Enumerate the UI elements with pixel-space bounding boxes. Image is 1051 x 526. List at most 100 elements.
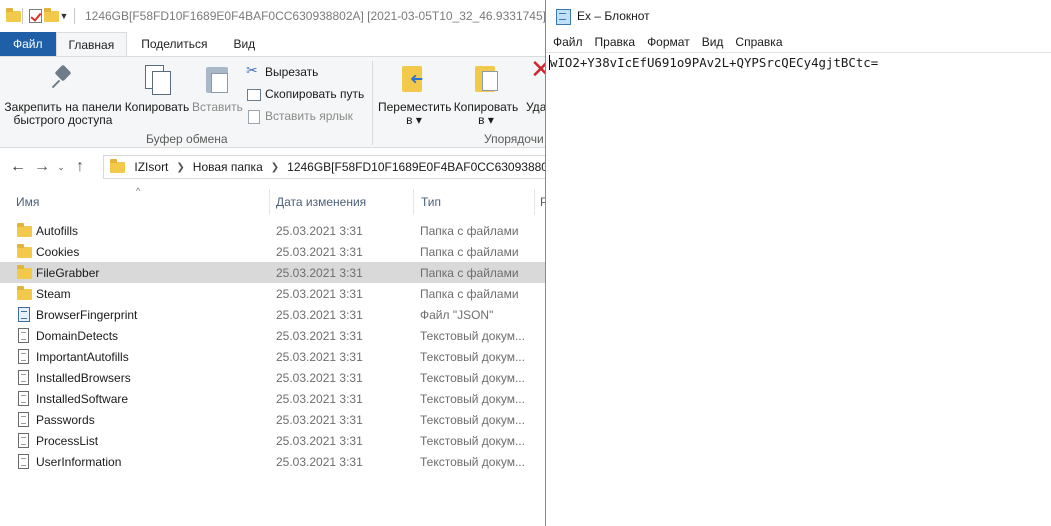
breadcrumb-new-folder[interactable]: Новая папка [193, 160, 263, 174]
navigation-bar: ← → ⌄ ↑ ❯ IZIsort ❯ Новая папка ❯ 1246GB… [0, 148, 546, 186]
menu-view[interactable]: Вид [696, 35, 730, 49]
file-row[interactable]: ImportantAutofills 25.03.2021 3:31 Текстов… [0, 346, 546, 367]
sort-ascending-icon: ^ [136, 186, 141, 196]
text-document-icon [17, 370, 32, 385]
move-to-button[interactable]: Переместить в ▾ [378, 63, 452, 127]
ribbon-tabs: Файл Главная Поделиться Вид [0, 32, 546, 56]
file-row[interactable]: Autofills 25.03.2021 3:31 Папка с файлами [0, 220, 546, 241]
pin-quick-access-button[interactable]: Закрепить на панели быстрого доступа [4, 63, 122, 127]
file-row[interactable]: InstalledBrowsers 25.03.2021 3:31 Текстовы… [0, 367, 546, 388]
folder-icon [17, 286, 32, 301]
file-date: 25.03.2021 3:31 [276, 455, 363, 469]
tab-share[interactable]: Поделиться [127, 32, 221, 56]
explorer-window-title: 1246GB[F58FD10F1689E0F4BAF0CC630938802A]… [84, 9, 546, 23]
copy-button[interactable]: Копировать [124, 63, 190, 114]
file-row[interactable]: Cookies 25.03.2021 3:31 Папка с файлами [0, 241, 546, 262]
copy-to-button[interactable]: Копировать в ▾ [451, 63, 521, 127]
file-date: 25.03.2021 3:31 [276, 308, 363, 322]
clipboard-small-commands: Вырезать Скопировать путь Вставить ярлык [246, 61, 364, 127]
pin-icon [49, 63, 77, 95]
up-arrow-icon[interactable]: ↑ [68, 158, 92, 176]
new-folder-icon[interactable] [43, 8, 59, 24]
forward-arrow-icon[interactable]: → [30, 158, 54, 176]
move-to-sub: в ▾ [406, 113, 422, 127]
recent-locations-chevron-icon[interactable]: ⌄ [54, 162, 68, 173]
notepad-icon [555, 8, 571, 25]
tab-view[interactable]: Вид [221, 32, 267, 56]
delete-icon [526, 63, 546, 95]
organize-group-label: Упорядочи [484, 132, 544, 146]
back-arrow-icon[interactable]: ← [6, 158, 30, 176]
cut-label: Вырезать [265, 65, 319, 79]
copy-path-button[interactable]: Скопировать путь [246, 83, 364, 105]
file-row[interactable]: UserInformation 25.03.2021 3:31 Текстовый … [0, 451, 546, 472]
text-document-icon [17, 328, 32, 343]
text-document-icon [17, 349, 32, 364]
notepad-window-title: Ex – Блокнот [577, 9, 650, 23]
notepad-content: wIO2+Y38vIcEfU691o9PAv2L+QYPSrcQECy4gjtB… [550, 55, 879, 70]
folder-icon [17, 223, 32, 238]
menu-edit[interactable]: Правка [589, 35, 642, 49]
file-row[interactable]: ProcessList 25.03.2021 3:31 Текстовый доку… [0, 430, 546, 451]
paste-shortcut-button[interactable]: Вставить ярлык [246, 105, 364, 127]
file-date: 25.03.2021 3:31 [276, 266, 363, 280]
file-row[interactable]: FileGrabber 25.03.2021 3:31 Папка с файлам… [0, 262, 546, 283]
column-divider[interactable] [269, 189, 270, 215]
paste-button[interactable]: Вставить [192, 63, 243, 114]
breadcrumb-izisort[interactable]: IZIsort [134, 160, 168, 174]
file-row[interactable]: Steam 25.03.2021 3:31 Папка с файлами [0, 283, 546, 304]
copy-path-icon [246, 87, 261, 101]
quick-access-dropdown-icon[interactable]: ▼ [59, 11, 68, 21]
menu-help[interactable]: Справка [729, 35, 788, 49]
delete-label: Уда [526, 100, 546, 114]
file-name: Passwords [36, 413, 95, 427]
file-type: Файл "JSON" [420, 308, 494, 322]
tab-home[interactable]: Главная [55, 32, 128, 56]
file-date: 25.03.2021 3:31 [276, 245, 363, 259]
file-name: FileGrabber [36, 266, 100, 280]
column-type-header[interactable]: Тип [421, 195, 441, 209]
breadcrumb-separator-icon[interactable]: ❯ [271, 162, 279, 173]
address-bar[interactable]: ❯ IZIsort ❯ Новая папка ❯ 1246GB[F58FD10… [103, 155, 546, 179]
file-row[interactable]: BrowserFingerprint 25.03.2021 3:31 Файл "J… [0, 304, 546, 325]
file-date: 25.03.2021 3:31 [276, 434, 363, 448]
copy-to-sub: в ▾ [478, 113, 494, 127]
file-date: 25.03.2021 3:31 [276, 392, 363, 406]
column-name-header[interactable]: Имя [16, 195, 39, 209]
text-document-icon [17, 454, 32, 469]
folder-icon [6, 8, 21, 24]
file-type: Папка с файлами [420, 245, 519, 259]
ribbon-home: Закрепить на панели быстрого доступа Коп… [0, 56, 546, 148]
cut-button[interactable]: Вырезать [246, 61, 364, 83]
file-row[interactable]: DomainDetects 25.03.2021 3:31 Текстовый до… [0, 325, 546, 346]
file-type: Текстовый докум... [420, 350, 525, 364]
file-row[interactable]: Passwords 25.03.2021 3:31 Текстовый докум.… [0, 409, 546, 430]
copy-label: Копировать [124, 100, 190, 114]
column-divider[interactable] [534, 189, 535, 215]
file-explorer-window: ▼ 1246GB[F58FD10F1689E0F4BAF0CC630938802… [0, 0, 546, 526]
file-type: Папка с файлами [420, 266, 519, 280]
file-date: 25.03.2021 3:31 [276, 329, 363, 343]
column-divider[interactable] [413, 189, 414, 215]
file-name: UserInformation [36, 455, 122, 469]
pin-label-line2: быстрого доступа [13, 113, 113, 127]
file-row[interactable]: InstalledSoftware 25.03.2021 3:31 Текстовы… [0, 388, 546, 409]
file-list: Autofills 25.03.2021 3:31 Папка с файлами C… [0, 220, 546, 472]
json-file-icon [17, 307, 32, 322]
breadcrumb-current-folder[interactable]: 1246GB[F58FD10F1689E0F4BAF0CC630938802A] [287, 160, 546, 174]
column-date-header[interactable]: Дата изменения [276, 195, 366, 209]
notepad-menubar: Файл Правка Формат Вид Справка [546, 32, 1051, 52]
copy-to-icon [472, 63, 500, 95]
file-date: 25.03.2021 3:31 [276, 287, 363, 301]
file-name: Autofills [36, 224, 79, 238]
menu-file[interactable]: Файл [546, 35, 589, 49]
file-type: Текстовый докум... [420, 434, 525, 448]
file-type: Папка с файлами [420, 287, 519, 301]
notepad-text-area[interactable]: wIO2+Y38vIcEfU691o9PAv2L+QYPSrcQECy4gjtB… [546, 52, 1051, 526]
delete-button[interactable]: Уда [526, 63, 546, 114]
breadcrumb-separator-icon[interactable]: ❯ [176, 162, 184, 173]
tab-file[interactable]: Файл [0, 32, 56, 56]
menu-format[interactable]: Формат [641, 35, 696, 49]
properties-check-icon[interactable] [28, 8, 43, 24]
title-separator [74, 8, 75, 24]
